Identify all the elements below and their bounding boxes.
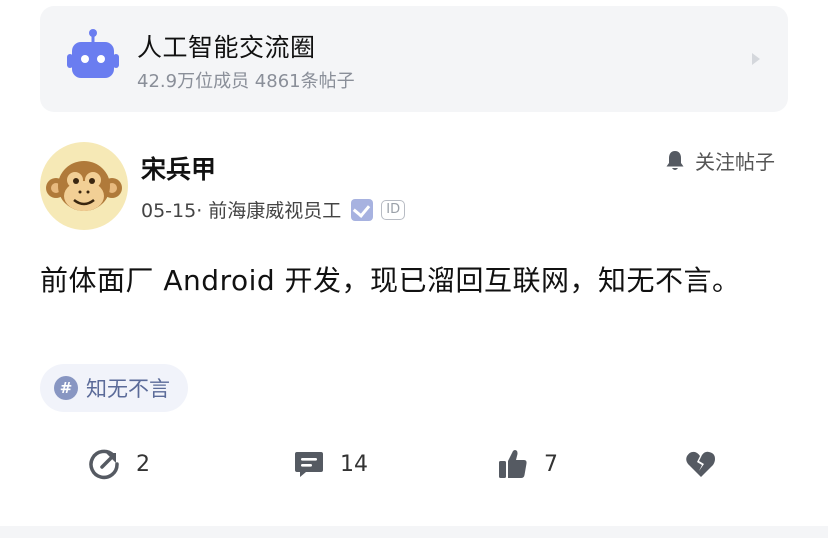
circle-card[interactable]: 人工智能交流圈 42.9万位成员 4861条帖子: [40, 6, 788, 112]
action-bar: 2 14 7: [0, 440, 828, 488]
comment-button[interactable]: 14: [292, 440, 368, 488]
share-button[interactable]: 2: [88, 440, 150, 488]
follow-post-button[interactable]: 关注帖子: [663, 146, 775, 175]
hashtag-icon: #: [54, 376, 78, 400]
like-count: 7: [544, 451, 558, 477]
bell-icon: [666, 150, 684, 170]
like-button[interactable]: 7: [496, 440, 558, 488]
divider: [0, 526, 828, 538]
share-count: 2: [136, 451, 150, 477]
share-icon: [89, 449, 119, 480]
dislike-button[interactable]: [684, 440, 732, 488]
broken-heart-icon: [686, 451, 715, 477]
author-name[interactable]: 宋兵甲: [141, 150, 216, 186]
post-meta-text: 05-15· 前海康威视员工: [141, 200, 342, 222]
topic-tag[interactable]: # 知无不言: [40, 364, 188, 412]
circle-name: 人工智能交流圈: [137, 33, 316, 62]
avatar[interactable]: [40, 142, 128, 230]
post-content: 前体面厂 Android 开发，现已溜回互联网，知无不言。: [40, 264, 741, 297]
verified-icon: [351, 198, 374, 221]
chevron-right-icon: [752, 53, 760, 65]
topic-label: 知无不言: [86, 377, 170, 401]
robot-icon: [67, 29, 119, 78]
thumbs-up-icon: [499, 450, 527, 478]
comment-count: 14: [340, 451, 368, 477]
follow-label: 关注帖子: [695, 150, 775, 174]
circle-stats: 42.9万位成员 4861条帖子: [137, 71, 355, 92]
post-meta: 05-15· 前海康威视员工 ID: [141, 196, 406, 223]
comment-icon: [295, 452, 323, 477]
monkey-avatar-icon: [46, 161, 122, 211]
id-badge: ID: [381, 199, 406, 220]
